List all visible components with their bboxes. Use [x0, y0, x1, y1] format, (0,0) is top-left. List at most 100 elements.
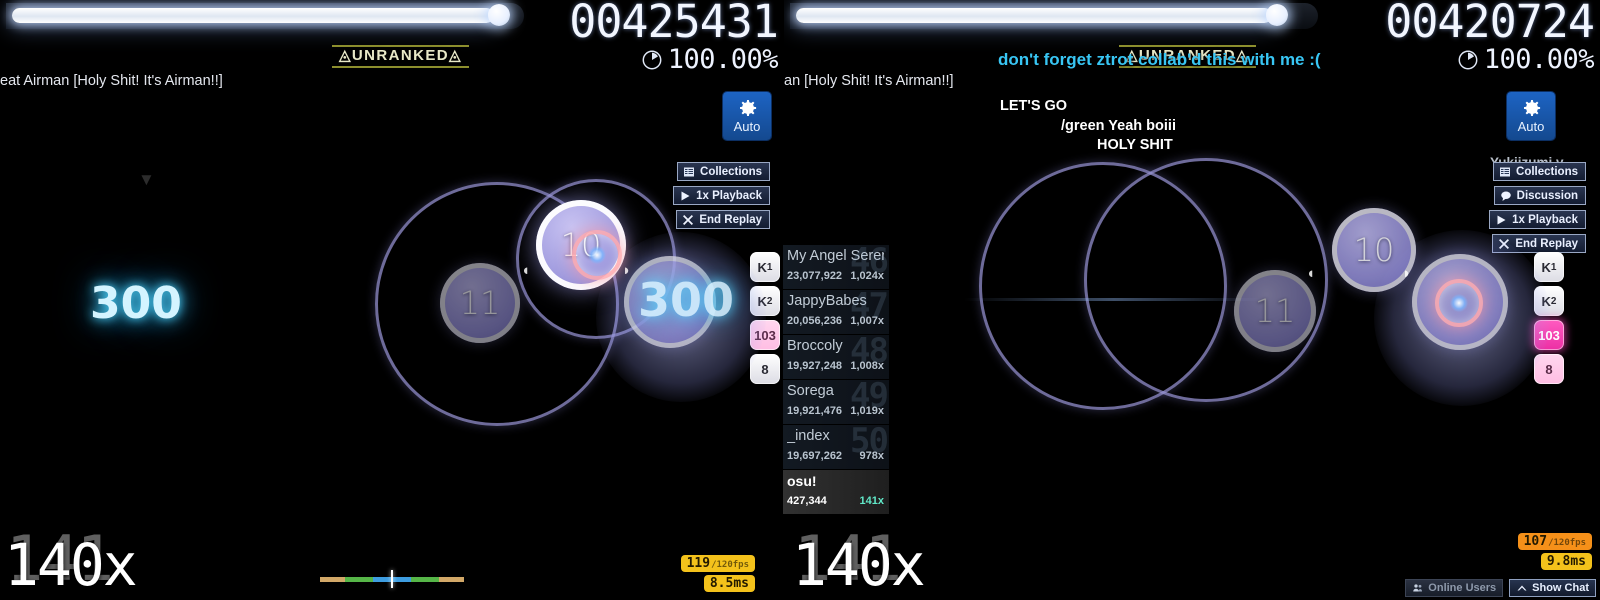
cursor — [588, 246, 606, 264]
left-fps-value: 119 — [686, 556, 711, 571]
play-icon — [681, 191, 690, 200]
approach-circle — [516, 179, 676, 339]
left-key-103: 103 — [750, 320, 780, 350]
left-button-1x-playback[interactable]: 1x Playback — [673, 186, 770, 205]
leaderboard-row[interactable]: 49 Sorega 19,921,476 1,019x — [783, 380, 889, 424]
show-chat-button[interactable]: Show Chat — [1509, 579, 1596, 597]
right-hp-bar-fill — [796, 8, 1273, 23]
right-replay-panel: 00420724 100.00% ◬UNRANKED◬ an [Holy Shi… — [784, 0, 1600, 600]
right-button-collections[interactable]: Collections — [1493, 162, 1586, 181]
left-button-label: Collections — [700, 165, 762, 178]
online-users-button[interactable]: Online Users — [1405, 579, 1504, 597]
right-fps-target: /120fps — [1548, 538, 1586, 548]
reverse-arrow-icon: ◗ — [622, 262, 632, 279]
show-chat-label: Show Chat — [1532, 582, 1589, 594]
left-hp-bar-knob — [487, 4, 510, 26]
leaderboard-combo: 1,019x — [850, 405, 884, 417]
right-frametime-pill: 9.8ms — [1540, 553, 1592, 570]
left-combo-counter: 140x — [4, 531, 138, 599]
reverse-arrow-icon: ◗ — [1402, 265, 1412, 282]
left-fps-counter: 119 /120fps 8.5ms — [680, 555, 755, 592]
approach-circle — [979, 162, 1227, 410]
leaderboard-combo: 1,008x — [850, 360, 884, 372]
leaderboard-score: 23,077,922 — [787, 270, 843, 282]
left-hit-error-bar — [320, 566, 464, 588]
left-judgement-300: 300 — [90, 278, 182, 329]
left-key-k2: K2 — [750, 286, 780, 316]
left-key-overlay: K 1 K 2 103 8 — [750, 252, 780, 384]
leaderboard-combo: 1,024x — [850, 270, 884, 282]
leaderboard-stats: 19,697,262 978x — [787, 450, 884, 462]
left-mod-label: Auto — [733, 119, 761, 134]
left-accuracy-value: 100.00% — [667, 44, 779, 75]
cursor-ring — [572, 230, 622, 280]
right-accuracy-row: 100.00% — [1385, 46, 1595, 74]
chat-line-4: HOLY SHIT — [1097, 137, 1173, 153]
online-users-label: Online Users — [1428, 582, 1497, 594]
osu-split-screen-replay: 00425431 100.00% ◬UNRANKED◬ eat Airman [… — [0, 0, 1600, 600]
left-overlay-buttons: Collections 1x Playback End Replay — [673, 162, 770, 229]
hit-error-segment — [345, 577, 374, 582]
close-icon — [1499, 238, 1510, 249]
left-accuracy-row: 100.00% — [569, 44, 779, 75]
right-button-end-replay[interactable]: End Replay — [1492, 234, 1586, 253]
leaderboard-row[interactable]: osu! 427,344 141x — [783, 470, 889, 514]
leaderboard-player-name: My Angel Seren... — [787, 248, 884, 264]
leaderboard-row[interactable]: 48 Broccoly 19,927,248 1,008x — [783, 335, 889, 379]
hit-error-segment — [410, 577, 439, 582]
leaderboard: 46My Angel Seren...23,077,9221,024x47Jap… — [783, 245, 889, 515]
left-button-collections[interactable]: Collections — [677, 162, 770, 181]
right-button-label: 1x Playback — [1512, 213, 1578, 226]
chevron-up-icon — [1517, 585, 1527, 591]
bottom-status-bar: Online Users Show Chat — [1405, 579, 1596, 597]
left-replay-panel: 00425431 100.00% ◬UNRANKED◬ eat Airman [… — [0, 0, 784, 600]
right-key-8: 8 — [1534, 354, 1564, 384]
leaderboard-combo: 141x — [859, 495, 884, 507]
hit-circle-number: 10 — [560, 226, 602, 264]
right-score-value: 00420724 — [1385, 0, 1595, 48]
right-button-discussion[interactable]: Discussion — [1493, 186, 1586, 205]
left-button-end-replay[interactable]: End Replay — [676, 210, 770, 229]
chat-line-3: /green Yeah boiii — [1061, 118, 1176, 134]
leaderboard-player-name: Broccoly — [787, 338, 843, 354]
right-fps-pill: 107 /120fps — [1517, 533, 1592, 550]
left-hit-error-tick — [390, 570, 393, 588]
leaderboard-stats: 20,056,236 1,007x — [787, 315, 884, 327]
leaderboard-player-name: JappyBabes — [787, 293, 867, 309]
leaderboard-score: 19,927,248 — [787, 360, 843, 372]
right-hp-bar — [784, 0, 1324, 34]
playfield-marker-icon: ▼ — [138, 170, 155, 189]
hit-circle: 11 — [1234, 270, 1316, 352]
left-unranked-badge: ◬UNRANKED◬ — [332, 45, 469, 68]
right-score-block: 00420724 100.00% — [1385, 0, 1595, 74]
slider-glow — [1374, 230, 1550, 406]
hit-error-segment — [320, 577, 346, 582]
right-playfield: 11 10 ◖ ◗ — [784, 0, 1600, 600]
leaderboard-combo: 978x — [859, 450, 884, 462]
right-key-k2: K2 — [1534, 286, 1564, 316]
right-button-label: Collections — [1516, 165, 1578, 178]
cursor-ring — [1435, 279, 1483, 327]
chat-line-2: LET'S GO — [1000, 98, 1068, 114]
left-score-value: 00425431 — [569, 0, 779, 48]
right-fps-counter: 107 /120fps 9.8ms — [1517, 533, 1592, 570]
leaderboard-row[interactable]: 47 JappyBabes 20,056,236 1,007x — [783, 290, 889, 334]
reverse-arrow-icon: ◖ — [521, 262, 531, 279]
leaderboard-score: 19,697,262 — [787, 450, 843, 462]
left-button-label: End Replay — [699, 213, 762, 226]
leaderboard-row[interactable]: 50 _index 19,697,262 978x — [783, 425, 889, 469]
hit-circle-number: 11 — [1254, 292, 1296, 330]
close-icon — [683, 214, 694, 225]
approach-circle — [1084, 158, 1328, 402]
play-icon — [1497, 215, 1506, 224]
right-mod-label: Auto — [1517, 119, 1545, 134]
hit-circle: 11 — [440, 263, 520, 343]
leaderboard-player-name: _index — [787, 428, 830, 444]
left-song-title: eat Airman [Holy Shit! It's Airman!!] — [0, 73, 223, 89]
hit-circle-number: 10 — [1353, 231, 1395, 269]
right-key-103: 103 — [1534, 320, 1564, 350]
hit-circle-slider-end — [624, 256, 716, 348]
right-button-1x-playback[interactable]: 1x Playback — [1489, 210, 1586, 229]
leaderboard-row[interactable]: 46My Angel Seren...23,077,9221,024x — [783, 245, 889, 289]
right-hp-bar-knob — [1266, 4, 1289, 26]
